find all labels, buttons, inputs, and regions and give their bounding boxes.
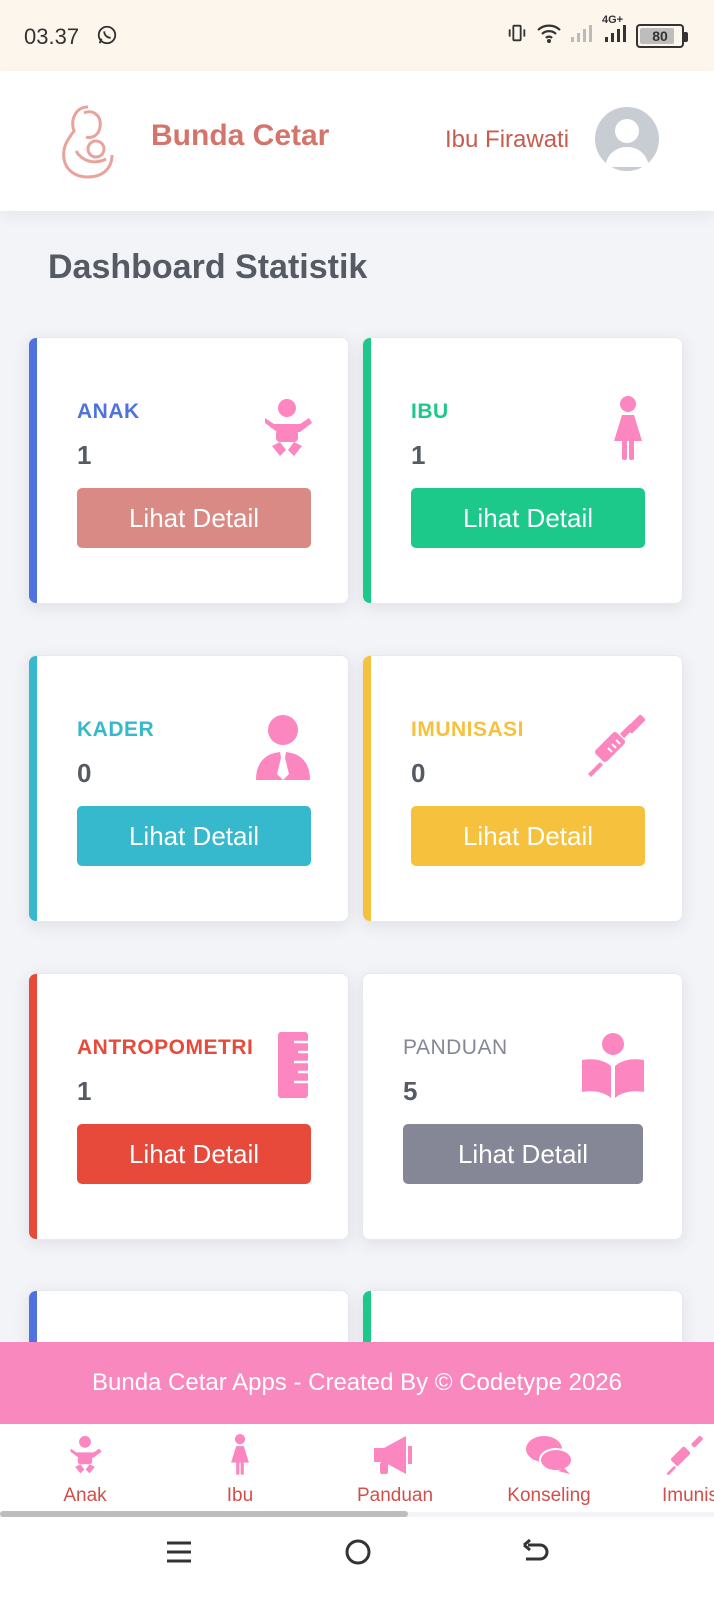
- nav-item-imunisasi[interactable]: Imunisasi: [640, 1434, 714, 1507]
- card-kader: KADER 0 Lihat Detail: [28, 655, 349, 922]
- card-label: ANTROPOMETRI: [77, 1036, 254, 1059]
- menu-icon[interactable]: [164, 1537, 194, 1572]
- ruler-icon: [276, 1032, 310, 1103]
- card-accent-bar: [29, 656, 37, 921]
- detail-button-panduan[interactable]: Lihat Detail: [403, 1124, 643, 1184]
- syringe-icon: [584, 712, 650, 783]
- syringe-icon: [664, 1434, 706, 1481]
- card-label: ANAK: [77, 400, 140, 423]
- vibrate-icon: [506, 22, 528, 49]
- nav-item-ibu[interactable]: Ibu: [180, 1434, 300, 1507]
- wifi-icon: [536, 22, 562, 49]
- battery-level: 80: [652, 27, 668, 44]
- card-imunisasi: IMUNISASI 0 Lihat Detail: [362, 655, 683, 922]
- detail-button-anak[interactable]: Lihat Detail: [77, 488, 311, 548]
- card-accent-bar: [363, 656, 371, 921]
- card-value: 1: [77, 440, 92, 470]
- nav-label: Panduan: [356, 1485, 434, 1506]
- card-label: PANDUAN: [403, 1036, 508, 1059]
- detail-button-imunisasi[interactable]: Lihat Detail: [411, 806, 645, 866]
- status-bar: 03.37 4G+ 80: [0, 0, 714, 71]
- nav-item-panduan[interactable]: Panduan: [335, 1434, 455, 1507]
- signal-icon-2: 4G+: [602, 14, 628, 49]
- back-icon[interactable]: [520, 1537, 550, 1572]
- nav-item-konseling[interactable]: Konseling: [489, 1434, 609, 1507]
- user-tie-icon: [254, 714, 312, 785]
- user-name[interactable]: Ibu Firawati: [445, 126, 569, 154]
- baby-icon: [68, 1434, 102, 1481]
- avatar[interactable]: [595, 107, 659, 171]
- megaphone-icon: [370, 1434, 420, 1481]
- signal-icon-1: [570, 23, 594, 48]
- card-value: 0: [411, 758, 426, 788]
- battery-icon: 80: [636, 23, 688, 48]
- home-icon[interactable]: [343, 1537, 373, 1572]
- status-time: 03.37: [24, 24, 80, 49]
- nav-label: Anak: [63, 1485, 107, 1506]
- detail-button-antropometri[interactable]: Lihat Detail: [77, 1124, 311, 1184]
- reader-icon: [580, 1032, 646, 1103]
- card-label: IBU: [411, 400, 449, 423]
- card-anak: ANAK 1 Lihat Detail: [28, 337, 349, 604]
- nav-label: Konseling: [507, 1485, 591, 1506]
- detail-button-ibu[interactable]: Lihat Detail: [411, 488, 645, 548]
- whatsapp-icon: [96, 24, 118, 51]
- woman-icon: [229, 1434, 251, 1481]
- page-title: Dashboard Statistik: [48, 248, 368, 286]
- card-accent-bar: [29, 974, 37, 1239]
- card-antropometri: ANTROPOMETRI 1 Lihat Detail: [28, 973, 349, 1240]
- baby-icon: [262, 396, 312, 465]
- app-footer: Bunda Cetar Apps - Created By © Codetype…: [0, 1342, 714, 1424]
- nav-label: Ibu: [226, 1485, 254, 1506]
- brand-title[interactable]: Bunda Cetar: [151, 119, 329, 153]
- card-ibu: IBU 1 Lihat Detail: [362, 337, 683, 604]
- card-panduan: PANDUAN 5 Lihat Detail: [362, 973, 683, 1240]
- card-label: IMUNISASI: [411, 718, 525, 741]
- comments-icon: [524, 1434, 574, 1481]
- nav-label: Imunisasi: [662, 1485, 714, 1506]
- bottom-nav: Anak Ibu Panduan Konseling Imunisasi: [0, 1424, 714, 1512]
- detail-button-kader[interactable]: Lihat Detail: [77, 806, 311, 866]
- card-value: 0: [77, 758, 92, 788]
- footer-text: Bunda Cetar Apps - Created By © Codetype…: [91, 1369, 622, 1396]
- card-value: 1: [411, 440, 426, 470]
- card-label: KADER: [77, 718, 155, 741]
- card-accent-bar: [29, 338, 37, 603]
- nav-item-anak[interactable]: Anak: [25, 1434, 145, 1507]
- system-nav-bar: [0, 1517, 714, 1599]
- card-value: 1: [77, 1076, 92, 1106]
- woman-icon: [612, 396, 644, 467]
- card-value: 5: [403, 1076, 418, 1106]
- mother-child-logo-icon[interactable]: [58, 101, 118, 186]
- card-accent-bar: [363, 338, 371, 603]
- app-header: Bunda Cetar Ibu Firawati: [0, 71, 714, 211]
